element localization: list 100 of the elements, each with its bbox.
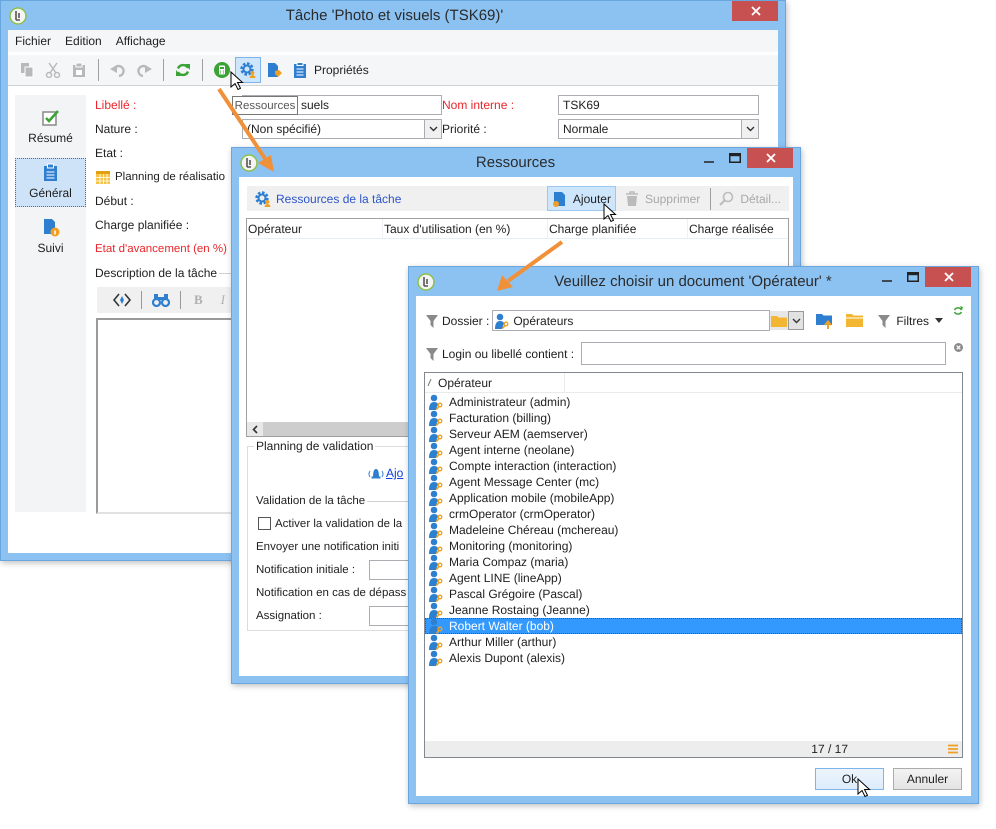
app-icon (417, 272, 435, 290)
close-button[interactable] (925, 267, 971, 287)
user-key-icon (428, 410, 444, 426)
user-key-icon (428, 618, 444, 634)
sidebar-tab[interactable]: Résumé (15, 103, 86, 152)
chevron-down-icon (792, 318, 801, 324)
group-title: Validation de la tâche (256, 495, 366, 507)
column-header[interactable]: Taux d'utilisation (en %) (383, 219, 548, 238)
document-info-icon (42, 218, 60, 237)
list-item[interactable]: Madeleine Chéreau (mchereau) (425, 522, 962, 538)
user-key-icon (428, 650, 444, 666)
minimize-icon (882, 280, 892, 282)
sidebar-tab[interactable]: Général (15, 158, 86, 207)
redo-icon (136, 62, 152, 78)
checkbox-label: Activer la validation de la (275, 518, 402, 530)
toolbar-button[interactable]: Ajouter (546, 186, 616, 211)
record-count: 17 / 17 (811, 742, 848, 756)
checkbox[interactable] (258, 517, 271, 530)
column-header[interactable]: Opérateur (425, 373, 565, 392)
refresh-button[interactable] (953, 306, 963, 316)
group-title: Planning de validation (254, 439, 376, 453)
window-title: Veuillez choisir un document 'Opérateur' * (553, 273, 833, 290)
sort-icon (427, 379, 432, 386)
clear-button[interactable] (954, 343, 963, 352)
gear-icon (240, 62, 256, 78)
copy-icon (19, 62, 35, 78)
list-item[interactable]: Agent interne (neolane) (425, 442, 962, 458)
list-item[interactable]: crmOperator (crmOperator) (425, 506, 962, 522)
toolbar-button[interactable] (235, 57, 261, 83)
user-key-icon (428, 522, 444, 538)
field-label: Nature : (95, 122, 139, 136)
user-key-icon (428, 538, 444, 554)
menu-item[interactable]: Affichage (116, 32, 172, 50)
user-key-icon (428, 506, 444, 522)
section-label: Planning de réalisatio (115, 171, 225, 183)
list-item[interactable]: Maria Compaz (maria) (425, 554, 962, 570)
user-key-icon (428, 602, 444, 618)
list-item[interactable]: Arthur Miller (arthur) (425, 634, 962, 650)
column-header[interactable]: Opérateur (247, 219, 383, 238)
list-item[interactable]: Agent Message Center (mc) (425, 474, 962, 490)
list-item[interactable]: Facturation (billing) (425, 410, 962, 426)
folder-up-icon (816, 312, 834, 328)
refresh-icon (175, 62, 191, 78)
filters-button[interactable]: Filtres (878, 314, 943, 328)
chevron-down-icon (428, 126, 438, 132)
user-key-icon (428, 634, 444, 650)
user-key-icon (428, 554, 444, 570)
dropdown[interactable]: Normale (558, 119, 759, 139)
field-label: Début : (95, 194, 134, 208)
undo-icon (110, 62, 126, 78)
column-header[interactable]: Charge réalisée (688, 219, 788, 238)
search-field[interactable] (581, 342, 946, 365)
close-button[interactable] (747, 148, 793, 168)
folder-icon (771, 314, 788, 327)
field-label: Assignation : (256, 610, 323, 622)
sidebar-tab[interactable]: Suivi (15, 213, 86, 262)
calendar-icon (95, 169, 111, 185)
minimize-icon (704, 161, 714, 163)
filter-icon (878, 314, 890, 328)
field-label: Nom interne : (442, 98, 516, 112)
list-item[interactable]: Pascal Grégoire (Pascal) (425, 586, 962, 602)
list-item[interactable]: Administrateur (admin) (425, 394, 962, 410)
gear-icon (255, 190, 271, 206)
resources-link[interactable]: Ressources de la tâche (255, 190, 402, 206)
form-text: Envoyer une notification initi (256, 540, 400, 552)
text-field[interactable]: TSK69 (558, 95, 759, 115)
binoculars-icon (152, 293, 170, 307)
cancel-button[interactable]: Annuler (893, 768, 962, 790)
list-item[interactable]: Application mobile (mobileApp) (425, 490, 962, 506)
folder-field[interactable]: Opérateurs (492, 310, 770, 331)
toolbar-button[interactable]: Propriétés (287, 57, 374, 83)
link[interactable]: Ajo (386, 466, 404, 480)
user-key-icon (428, 586, 444, 602)
menu-item[interactable]: Fichier (15, 32, 58, 50)
list-item[interactable]: Compte interaction (interaction) (425, 458, 962, 474)
maximize-icon (906, 272, 918, 282)
close-button[interactable] (732, 1, 778, 21)
field-label: Etat d'avancement (en %) (95, 243, 227, 255)
user-key-icon (428, 458, 444, 474)
list-item[interactable]: Jeanne Rostaing (Jeanne) (425, 602, 962, 618)
user-key-icon (428, 490, 444, 506)
field-label: Login ou libellé contient : (442, 346, 574, 360)
dropdown-button[interactable] (788, 311, 804, 330)
user-key-icon (428, 570, 444, 586)
group-title: Description de la tâche (95, 266, 218, 280)
list-item[interactable]: Monitoring (monitoring) (425, 538, 962, 554)
checkbox-icon (42, 108, 60, 127)
field-label: Notification initiale : (256, 564, 356, 576)
list-item[interactable]: Agent LINE (lineApp) (425, 570, 962, 586)
trash-icon (624, 190, 640, 206)
list-item[interactable]: Alexis Dupont (alexis) (425, 650, 962, 666)
window-title: Ressources (474, 154, 556, 171)
menu-item[interactable]: Edition (65, 32, 108, 50)
field-label: Dossier : (442, 314, 490, 328)
user-key-icon (428, 426, 444, 442)
clear-icon (954, 343, 963, 352)
clipboard-icon (71, 62, 87, 78)
list-item[interactable]: Serveur AEM (aemserver) (425, 426, 962, 442)
folder-icon (846, 313, 864, 328)
search-icon (719, 190, 736, 206)
